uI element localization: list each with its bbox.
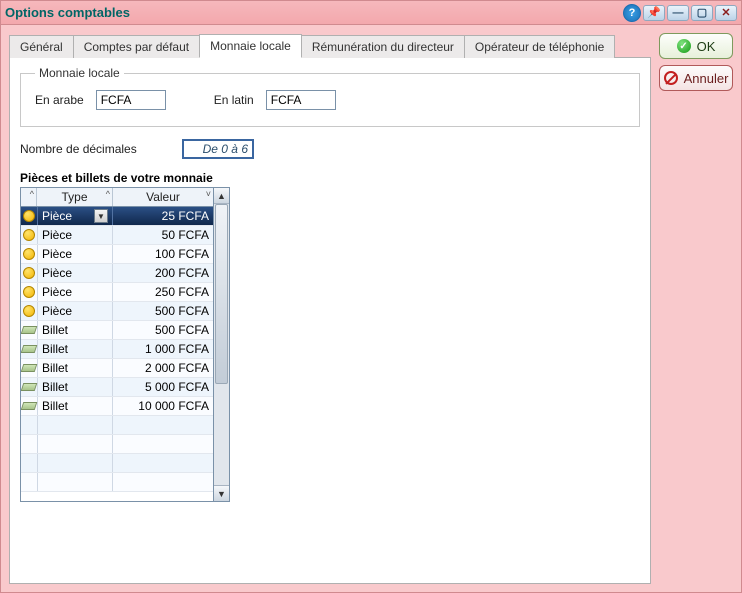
tab-director-pay[interactable]: Rémunération du directeur — [301, 35, 465, 58]
bill-icon — [21, 397, 37, 415]
type-cell: Billet — [37, 321, 113, 339]
grid-header-type[interactable]: Type^ — [37, 188, 113, 206]
cancel-button[interactable]: Annuler — [659, 65, 733, 91]
latin-input[interactable] — [266, 90, 336, 110]
table-row[interactable]: Pièce100 FCFA — [21, 245, 213, 264]
table-row-empty[interactable] — [21, 454, 213, 473]
cancel-label: Annuler — [684, 71, 729, 86]
type-cell: Pièce▼ — [37, 207, 113, 225]
decimals-label: Nombre de décimales — [20, 142, 170, 156]
table-row[interactable]: Pièce200 FCFA — [21, 264, 213, 283]
coin-icon — [21, 226, 37, 244]
value-cell: 25 FCFA — [113, 207, 213, 225]
type-cell: Pièce — [37, 245, 113, 263]
value-cell: 2 000 FCFA — [113, 359, 213, 377]
ok-button[interactable]: ✓ OK — [659, 33, 733, 59]
grid-header-value[interactable]: Valeur˅ — [113, 188, 213, 206]
value-cell: 250 FCFA — [113, 283, 213, 301]
latin-label: En latin — [214, 93, 254, 107]
grid-header-icon[interactable]: ^ — [21, 188, 37, 206]
bill-icon — [21, 340, 37, 358]
tab-local-currency[interactable]: Monnaie locale — [199, 34, 302, 58]
value-cell: 500 FCFA — [113, 321, 213, 339]
bill-icon — [21, 359, 37, 377]
minimize-button[interactable]: — — [667, 5, 689, 21]
value-cell: 1 000 FCFA — [113, 340, 213, 358]
side-buttons: ✓ OK Annuler — [659, 33, 733, 584]
scroll-down-button[interactable]: ▼ — [214, 485, 229, 501]
table-row[interactable]: Pièce250 FCFA — [21, 283, 213, 302]
denominations-grid-wrap: ^ Type^ Valeur˅ Pièce▼25 FCFAPièce50 FCF… — [20, 187, 640, 502]
table-row[interactable]: Billet500 FCFA — [21, 321, 213, 340]
type-cell: Billet — [37, 359, 113, 377]
value-cell: 500 FCFA — [113, 302, 213, 320]
tab-telephony-operator[interactable]: Opérateur de téléphonie — [464, 35, 615, 58]
table-row[interactable]: Billet10 000 FCFA — [21, 397, 213, 416]
type-cell: Billet — [37, 397, 113, 415]
titlebar: Options comptables ? 📌 — ▢ ✕ — [1, 1, 741, 25]
grid-header: ^ Type^ Valeur˅ — [21, 188, 213, 207]
table-row[interactable]: Pièce50 FCFA — [21, 226, 213, 245]
coin-icon — [21, 207, 37, 225]
value-cell: 10 000 FCFA — [113, 397, 213, 415]
type-cell: Billet — [37, 340, 113, 358]
type-cell: Pièce — [37, 264, 113, 282]
currency-group: Monnaie locale En arabe En latin — [20, 66, 640, 127]
tabstrip: Général Comptes par défaut Monnaie local… — [9, 33, 651, 58]
coin-icon — [21, 283, 37, 301]
arabic-input[interactable] — [96, 90, 166, 110]
main-panel: Général Comptes par défaut Monnaie local… — [9, 33, 651, 584]
type-cell: Billet — [37, 378, 113, 396]
type-cell: Pièce — [37, 226, 113, 244]
tab-general[interactable]: Général — [9, 35, 74, 58]
ok-label: OK — [697, 39, 716, 54]
grid-body: Pièce▼25 FCFAPièce50 FCFAPièce100 FCFAPi… — [21, 207, 213, 501]
scroll-thumb[interactable] — [215, 204, 228, 384]
bill-icon — [21, 321, 37, 339]
tabpage-local-currency: Monnaie locale En arabe En latin Nombre … — [9, 58, 651, 584]
table-row[interactable]: Billet2 000 FCFA — [21, 359, 213, 378]
coin-icon — [21, 302, 37, 320]
scroll-track[interactable] — [214, 204, 229, 485]
coin-icon — [21, 264, 37, 282]
value-cell: 200 FCFA — [113, 264, 213, 282]
scroll-up-button[interactable]: ▲ — [214, 188, 229, 204]
table-row[interactable]: Billet5 000 FCFA — [21, 378, 213, 397]
table-row[interactable]: Pièce▼25 FCFA — [21, 207, 213, 226]
arabic-label: En arabe — [35, 93, 84, 107]
check-icon: ✓ — [677, 39, 691, 53]
denominations-grid[interactable]: ^ Type^ Valeur˅ Pièce▼25 FCFAPièce50 FCF… — [20, 187, 214, 502]
maximize-button[interactable]: ▢ — [691, 5, 713, 21]
bill-icon — [21, 378, 37, 396]
decimals-input[interactable] — [182, 139, 254, 159]
type-dropdown-button[interactable]: ▼ — [94, 209, 108, 223]
pin-button[interactable]: 📌 — [643, 5, 665, 21]
value-cell: 50 FCFA — [113, 226, 213, 244]
coin-icon — [21, 245, 37, 263]
table-row[interactable]: Billet1 000 FCFA — [21, 340, 213, 359]
table-row-empty[interactable] — [21, 416, 213, 435]
type-cell: Pièce — [37, 302, 113, 320]
table-row-empty[interactable] — [21, 435, 213, 454]
currency-group-legend: Monnaie locale — [35, 66, 124, 80]
window-title: Options comptables — [5, 5, 621, 20]
forbidden-icon — [664, 71, 678, 85]
help-button[interactable]: ? — [623, 4, 641, 22]
denominations-header: Pièces et billets de votre monnaie — [20, 171, 640, 185]
table-row-empty[interactable] — [21, 473, 213, 492]
window: Options comptables ? 📌 — ▢ ✕ Général Com… — [0, 0, 742, 593]
client-area: Général Comptes par défaut Monnaie local… — [1, 25, 741, 592]
value-cell: 5 000 FCFA — [113, 378, 213, 396]
tab-default-accounts[interactable]: Comptes par défaut — [73, 35, 200, 58]
type-cell: Pièce — [37, 283, 113, 301]
table-row[interactable]: Pièce500 FCFA — [21, 302, 213, 321]
close-button[interactable]: ✕ — [715, 5, 737, 21]
grid-scrollbar[interactable]: ▲ ▼ — [214, 187, 230, 502]
value-cell: 100 FCFA — [113, 245, 213, 263]
